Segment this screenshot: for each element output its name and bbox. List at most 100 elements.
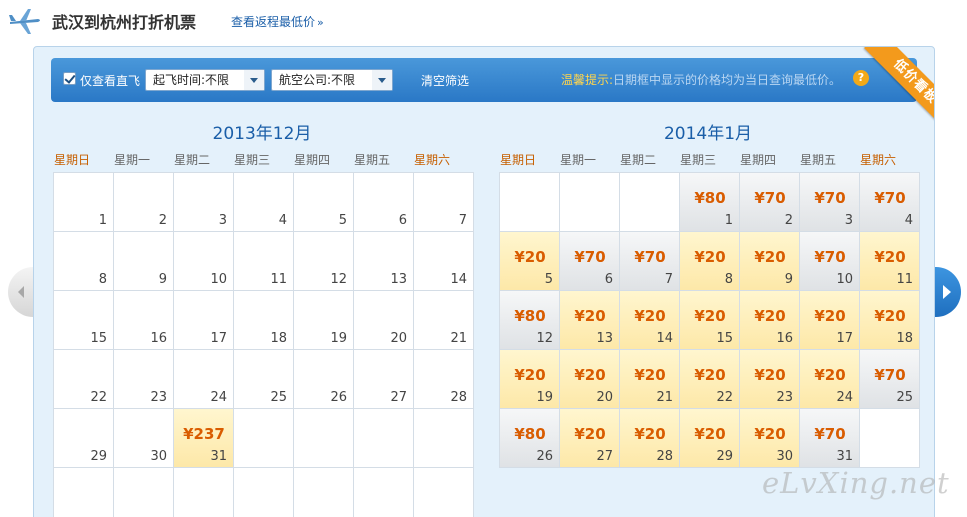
day-price[interactable]: ¥20 xyxy=(500,248,560,266)
day-number: 30 xyxy=(776,449,793,464)
day-price[interactable]: ¥20 xyxy=(740,307,800,325)
calendar-day-cell[interactable]: ¥20 28 xyxy=(620,409,680,468)
weekday-label: 星期三 xyxy=(680,153,717,167)
calendar-day-cell[interactable]: ¥20 13 xyxy=(560,291,620,350)
day-number: 29 xyxy=(90,449,107,464)
prev-month-button[interactable] xyxy=(8,267,34,317)
day-price[interactable]: ¥20 xyxy=(740,425,800,443)
day-number: 3 xyxy=(844,213,853,228)
day-price[interactable]: ¥70 xyxy=(620,248,680,266)
calendar-day-cell[interactable]: ¥70 10 xyxy=(800,232,860,291)
calendar-day-cell: 17 xyxy=(174,291,234,350)
weekday-label: 星期日 xyxy=(54,153,91,167)
direct-only-label[interactable]: 仅查看直飞 xyxy=(80,72,140,89)
day-price[interactable]: ¥20 xyxy=(860,307,920,325)
calendar-day-cell[interactable]: ¥70 3 xyxy=(800,173,860,232)
calendar-day-cell[interactable]: ¥20 22 xyxy=(680,350,740,409)
calendar-day-cell[interactable]: ¥20 19 xyxy=(500,350,560,409)
day-price[interactable]: ¥80 xyxy=(500,307,560,325)
day-price[interactable]: ¥237 xyxy=(174,425,234,443)
return-lowest-price-link[interactable]: 查看返程最低价» xyxy=(231,13,324,30)
calendar-day-cell[interactable]: ¥20 24 xyxy=(800,350,860,409)
calendar-day-cell xyxy=(294,468,354,517)
day-price[interactable]: ¥70 xyxy=(560,248,620,266)
calendar-day-cell[interactable]: ¥70 25 xyxy=(860,350,920,409)
calendar-day-cell[interactable]: ¥20 20 xyxy=(560,350,620,409)
calendar-day-cell: 27 xyxy=(354,350,414,409)
day-price[interactable]: ¥20 xyxy=(800,307,860,325)
day-price[interactable]: ¥20 xyxy=(800,366,860,384)
calendar-day-cell[interactable]: ¥70 4 xyxy=(860,173,920,232)
day-price[interactable]: ¥20 xyxy=(560,307,620,325)
calendar-day-cell[interactable]: ¥20 9 xyxy=(740,232,800,291)
day-number: 11 xyxy=(896,272,913,287)
day-number: 23 xyxy=(776,390,793,405)
calendar-day-cell[interactable]: ¥20 8 xyxy=(680,232,740,291)
day-price[interactable]: ¥20 xyxy=(740,248,800,266)
airline-select[interactable]: 航空公司:不限 xyxy=(271,69,393,91)
calendar-day-cell xyxy=(294,409,354,468)
calendar-day-cell[interactable]: ¥20 29 xyxy=(680,409,740,468)
day-price[interactable]: ¥20 xyxy=(560,366,620,384)
departure-time-select[interactable]: 起飞时间:不限 xyxy=(145,69,265,91)
day-price[interactable]: ¥20 xyxy=(740,366,800,384)
calendar-day-cell[interactable]: ¥20 18 xyxy=(860,291,920,350)
day-price[interactable]: ¥70 xyxy=(800,248,860,266)
weekday-label: 星期五 xyxy=(354,153,391,167)
day-price[interactable]: ¥70 xyxy=(860,189,920,207)
return-link-label[interactable]: 查看返程最低价 xyxy=(231,15,315,29)
day-number: 10 xyxy=(836,272,853,287)
day-price[interactable]: ¥80 xyxy=(500,425,560,443)
day-price[interactable]: ¥20 xyxy=(500,366,560,384)
day-price[interactable]: ¥70 xyxy=(800,425,860,443)
day-price[interactable]: ¥20 xyxy=(680,425,740,443)
calendar-day-cell[interactable]: ¥20 11 xyxy=(860,232,920,291)
day-price[interactable]: ¥20 xyxy=(680,366,740,384)
calendar-day-cell[interactable]: ¥20 27 xyxy=(560,409,620,468)
calendar-day-cell[interactable]: ¥20 5 xyxy=(500,232,560,291)
calendar-day-cell[interactable]: ¥80 12 xyxy=(500,291,560,350)
day-price[interactable]: ¥70 xyxy=(800,189,860,207)
direct-only-checkbox[interactable] xyxy=(63,72,76,85)
calendar-day-cell: 15 xyxy=(54,291,114,350)
calendar-day-cell[interactable]: ¥20 30 xyxy=(740,409,800,468)
day-price[interactable]: ¥80 xyxy=(680,189,740,207)
calendar-day-cell[interactable]: ¥70 31 xyxy=(800,409,860,468)
calendar-day-cell[interactable]: ¥237 31 xyxy=(174,409,234,468)
calendar-day-cell[interactable]: ¥80 26 xyxy=(500,409,560,468)
day-number: 6 xyxy=(398,213,407,228)
calendar-day-cell[interactable]: ¥70 7 xyxy=(620,232,680,291)
chevron-down-icon[interactable] xyxy=(244,70,264,90)
clear-filter-link[interactable]: 清空筛选 xyxy=(421,72,469,89)
calendar-day-cell[interactable]: ¥80 1 xyxy=(680,173,740,232)
calendar-day-cell[interactable]: ¥20 23 xyxy=(740,350,800,409)
chevron-down-icon[interactable] xyxy=(372,70,392,90)
day-number: 24 xyxy=(836,390,853,405)
next-month-button[interactable] xyxy=(935,267,961,317)
day-price[interactable]: ¥70 xyxy=(740,189,800,207)
calendar-day-cell: 6 xyxy=(354,173,414,232)
calendar-day-cell: 22 xyxy=(54,350,114,409)
calendar-day-cell: 9 xyxy=(114,232,174,291)
weekday-label: 星期五 xyxy=(800,153,837,167)
day-price[interactable]: ¥20 xyxy=(680,248,740,266)
calendar-day-cell: 20 xyxy=(354,291,414,350)
calendar-day-cell[interactable]: ¥20 14 xyxy=(620,291,680,350)
calendar-day-cell[interactable]: ¥70 6 xyxy=(560,232,620,291)
day-number: 2 xyxy=(158,213,167,228)
day-price[interactable]: ¥20 xyxy=(620,366,680,384)
day-price[interactable]: ¥20 xyxy=(860,248,920,266)
day-price[interactable]: ¥70 xyxy=(860,366,920,384)
calendar-day-cell[interactable]: ¥20 16 xyxy=(740,291,800,350)
day-price[interactable]: ¥20 xyxy=(620,425,680,443)
day-price[interactable]: ¥20 xyxy=(620,307,680,325)
calendar-day-cell[interactable]: ¥20 17 xyxy=(800,291,860,350)
calendar-day-cell: 19 xyxy=(294,291,354,350)
calendar-day-cell[interactable]: ¥70 2 xyxy=(740,173,800,232)
day-price[interactable]: ¥20 xyxy=(680,307,740,325)
day-price[interactable]: ¥20 xyxy=(560,425,620,443)
calendar-day-cell[interactable]: ¥20 21 xyxy=(620,350,680,409)
calendar-day-cell[interactable]: ¥20 15 xyxy=(680,291,740,350)
day-number: 6 xyxy=(604,272,613,287)
calendar-day-cell xyxy=(860,409,920,468)
